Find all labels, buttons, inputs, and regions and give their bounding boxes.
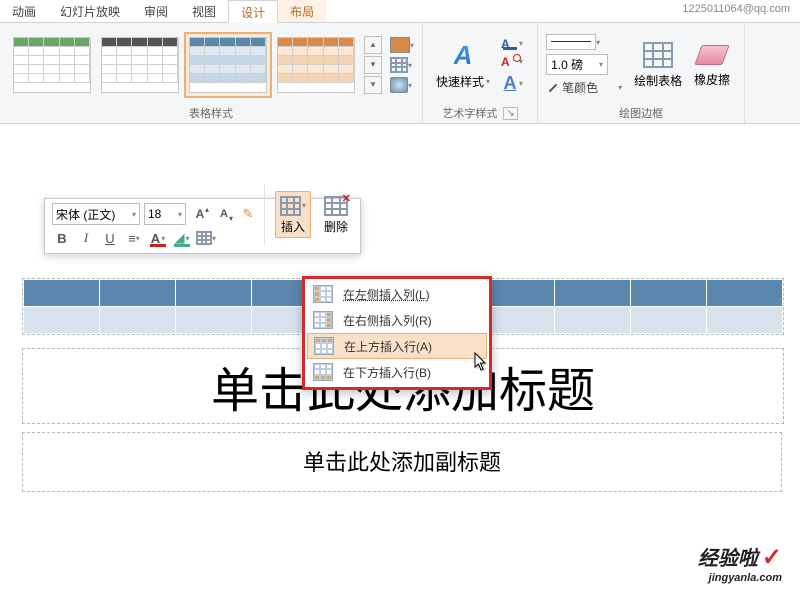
text-effects-button[interactable]: A ▾ [501,73,523,94]
mini-font-color[interactable]: A▾ [148,228,168,248]
watermark-brand: 经验啦 [698,548,758,570]
mini-delete-button[interactable]: ✕ 删除 [323,194,349,235]
tab-animation[interactable]: 动画 [0,0,48,22]
pen-weight-button[interactable]: 1.0 磅▾ [546,54,622,75]
mouse-cursor [474,352,488,372]
mini-format-painter[interactable]: ✎ [238,204,258,224]
mini-size-select[interactable]: 18▾ [144,203,186,225]
text-fill-button[interactable]: A ▾ [501,37,523,51]
mini-shrink-font[interactable]: A▾ [214,204,234,224]
text-effects-icon: A [501,73,519,94]
quick-style-button[interactable]: A 快速样式▾ [436,41,490,90]
checkmark-icon: ✓ [762,544,782,571]
group-table-styles: ▴ ▾ ▾ ▾ ▾ ▾ 表格样式 [0,23,423,123]
table-style-3-selected[interactable] [184,32,272,98]
style-gallery-nav: ▴ ▾ ▾ [364,35,382,95]
group-wordart: A 快速样式▾ A ▾ A ▾ A ▾ 艺 [423,23,538,123]
eraser-icon [694,45,729,65]
mini-italic[interactable]: I [76,228,96,248]
table-style-1[interactable] [8,32,96,98]
watermark-url: jingyanla.com [698,572,782,584]
subtitle-text: 单击此处添加副标题 [303,445,501,477]
align-icon: ≡ [128,231,136,246]
watermark: 经验啦✓ jingyanla.com [698,542,782,584]
mini-font-select[interactable]: 宋体 (正文)▾ [52,203,140,225]
table-style-2[interactable] [96,32,184,98]
insert-row-below-icon [313,363,333,381]
pen-icon [546,80,562,96]
effects-button[interactable]: ▾ [390,77,414,93]
group-draw-borders: ▾ 1.0 磅▾ 笔颜色 ▾ 绘制表格 橡皮擦 绘图边框 [538,23,745,123]
insert-col-right-icon [313,311,333,329]
pen-color-button[interactable]: 笔颜色 ▾ [546,79,622,96]
pen-style-button[interactable]: ▾ [546,34,622,50]
insert-row-above[interactable]: 在上方插入行(A) [307,333,487,359]
borders-button[interactable]: ▾ [390,57,414,73]
style-gallery-more[interactable]: ▾ [364,76,382,94]
shading-button[interactable]: ▾ [390,37,414,53]
ribbon: ▴ ▾ ▾ ▾ ▾ ▾ 表格样式 [0,23,800,124]
tab-design[interactable]: 设计 [228,0,278,23]
tab-slideshow[interactable]: 幻灯片放映 [48,0,132,22]
mini-border[interactable]: ▾ [196,228,216,248]
ribbon-tabs: 动画 幻灯片放映 审阅 视图 设计 布局 1225011064@qq.com [0,0,800,23]
insert-row-below[interactable]: 在下方插入行(B) [307,359,487,385]
tab-layout[interactable]: 布局 [278,0,326,22]
mini-align[interactable]: ≡▾ [124,228,144,248]
border-icon [196,231,212,245]
tab-review[interactable]: 审阅 [132,0,180,22]
insert-context-menu: 在左侧插入列(L) 在右侧插入列(R) 在上方插入行(A) 在下方插入行(B) [302,276,492,390]
wordart-dialog-launcher[interactable]: ↘ [503,107,517,120]
mini-toolbar: 宋体 (正文)▾ 18▾ A▴ A▾ ✎ ▾ 插入 ✕ 删除 B I U ≡▾ … [44,198,361,254]
quick-style-icon: A [454,40,473,71]
account-email[interactable]: 1225011064@qq.com [672,0,800,22]
insert-row-above-icon [314,337,334,355]
mini-fill-color[interactable]: ◢▾ [172,228,192,248]
insert-column-right[interactable]: 在右侧插入列(R) [307,307,487,333]
text-outline-button[interactable]: A ▾ [501,55,523,69]
mini-insert-button[interactable]: ▾ 插入 [275,191,311,238]
draw-table-button[interactable]: 绘制表格 [634,42,682,89]
style-gallery-down[interactable]: ▾ [364,56,382,74]
borders-icon [390,57,408,73]
insert-col-left-icon [313,285,333,303]
eraser-button[interactable]: 橡皮擦 [694,43,730,88]
format-painter-icon: ✎ [243,206,254,222]
mini-grow-font[interactable]: A▴ [190,204,210,224]
group-label-table-styles: 表格样式 [189,105,233,121]
insert-column-left[interactable]: 在左侧插入列(L) [307,281,487,307]
style-gallery-up[interactable]: ▴ [364,36,382,54]
draw-table-icon [643,42,673,68]
subtitle-placeholder[interactable]: 单击此处添加副标题 [22,432,782,492]
mini-underline[interactable]: U [100,228,120,248]
table-style-4[interactable] [272,32,360,98]
mini-bold[interactable]: B [52,228,72,248]
group-label-wordart: 艺术字样式 [442,105,497,121]
tab-view[interactable]: 视图 [180,0,228,22]
insert-table-icon [280,196,301,216]
group-label-draw-borders: 绘图边框 [619,105,663,121]
